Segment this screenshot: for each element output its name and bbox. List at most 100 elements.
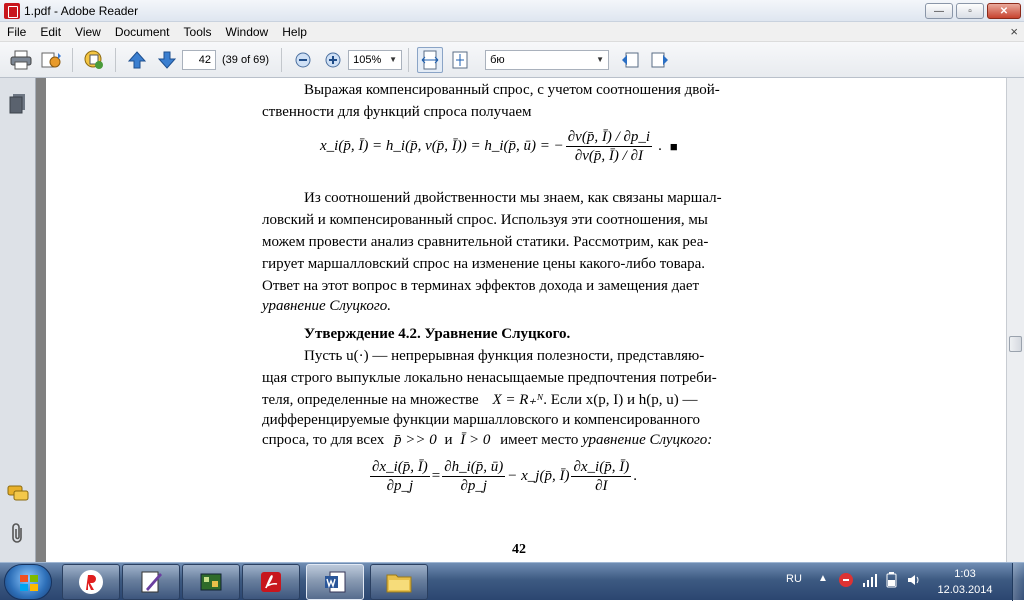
taskbar-explorer[interactable]	[370, 564, 428, 600]
pdf-page: Выражая компенсированный спрос, с учетом…	[46, 78, 1006, 562]
formula-denominator: ∂p_j	[460, 478, 488, 494]
find-next-icon[interactable]	[647, 47, 673, 73]
zoom-value: 105%	[353, 53, 382, 66]
title-bar: 1.pdf - Adobe Reader — ▫ ✕	[0, 0, 1024, 22]
doc-text-line: гирует маршалловский спрос на изменение …	[262, 256, 706, 272]
fit-width-icon[interactable]	[417, 46, 444, 73]
menu-document[interactable]: Document	[108, 22, 177, 42]
formula-numerator: ∂x_i(p̄, Ī)	[571, 459, 632, 477]
doc-text: теля, определенные на множестве	[262, 392, 479, 408]
minimize-button[interactable]: —	[925, 3, 953, 19]
find-previous-icon[interactable]	[617, 47, 643, 73]
folder-icon	[386, 574, 412, 593]
start-button[interactable]	[4, 564, 52, 600]
doc-text-line: уравнение Слуцкого.	[262, 298, 391, 314]
menu-tools[interactable]: Tools	[177, 22, 219, 42]
formula-fraction: ∂v(p̄, Ī) / ∂p_i ∂v(p̄, Ī) / ∂I	[565, 128, 653, 165]
toolbar-divider	[72, 47, 73, 72]
scrollbar-thumb[interactable]	[1009, 336, 1022, 352]
clock-time: 1:03	[954, 568, 976, 580]
doc-text: имеет место	[500, 432, 579, 448]
maximize-button[interactable]: ▫	[956, 3, 984, 19]
print-icon[interactable]	[8, 47, 34, 73]
security-icon[interactable]	[838, 572, 854, 588]
taskbar: RU ▲ 1:03 12.03.2014	[0, 562, 1024, 601]
formula-denominator: ∂v(p̄, Ī) / ∂I	[574, 148, 643, 164]
previous-page-icon[interactable]	[124, 47, 150, 73]
doc-text-line: Из соотношений двойственности мы знаем, …	[304, 190, 722, 206]
network-signal-icon[interactable]	[862, 572, 878, 588]
doc-text: и	[444, 432, 453, 448]
system-clock[interactable]: 1:03 12.03.2014	[930, 566, 1000, 598]
writing-app-icon	[141, 571, 162, 593]
formula-fraction: ∂h_i(p̄, ū) ∂p_j	[442, 458, 506, 495]
page-number-input[interactable]: 42	[182, 49, 216, 70]
formula-equals: =	[431, 468, 441, 484]
doc-text-line: теля, определенные на множестве X = R₊ᴺ.…	[262, 390, 698, 409]
formula-numerator: ∂v(p̄, Ī) / ∂p_i	[565, 129, 653, 147]
menu-edit[interactable]: Edit	[33, 22, 68, 42]
inline-formula: p̄ >> 0	[393, 432, 437, 448]
zoom-out-icon[interactable]	[290, 47, 316, 73]
zoom-select[interactable]: 105% ▼	[348, 49, 403, 70]
doc-text-line: ственности для функций спроса получаем	[262, 104, 532, 120]
page-count-label: (39 of 69)	[222, 53, 270, 66]
comments-icon[interactable]	[6, 482, 30, 506]
formula-compensated-demand: x_i(p̄, Ī) = h_i(p̄, v(p̄, Ī)) = h_i(p̄,…	[320, 128, 678, 165]
review-icon[interactable]	[81, 47, 107, 73]
language-indicator[interactable]: RU	[786, 573, 802, 585]
search-input[interactable]: бю ▼	[485, 49, 610, 70]
taskbar-yandex-browser[interactable]	[62, 564, 120, 600]
doc-text-line: спроса, то для всех p̄ >> 0 и Ī > 0 имее…	[262, 432, 712, 449]
set-formula: X = R₊ᴺ	[492, 392, 544, 408]
formula-text: .	[633, 468, 637, 484]
fit-page-icon[interactable]	[447, 47, 473, 73]
doc-text: уравнение Слуцкого:	[582, 432, 713, 448]
windows-logo-icon	[20, 575, 38, 591]
taskbar-word[interactable]	[306, 564, 364, 600]
menu-view[interactable]: View	[68, 22, 108, 42]
doc-text-line: щая строго выпуклые локально ненасыщаемы…	[262, 370, 717, 386]
yandex-icon	[79, 570, 103, 594]
toolbar: 42 (39 of 69) 105% ▼ бю ▼	[0, 42, 1024, 78]
doc-text-line: ловский и компенсированный спрос. Исполь…	[262, 212, 708, 228]
formula-numerator: ∂h_i(p̄, ū)	[442, 459, 506, 477]
show-hidden-icons-button[interactable]: ▲	[818, 573, 828, 584]
taskbar-games-app[interactable]	[182, 564, 240, 600]
doc-text-line: Пусть u(·) — непрерывная функция полезно…	[304, 348, 705, 364]
window-title: 1.pdf - Adobe Reader	[24, 3, 139, 18]
vertical-scrollbar[interactable]	[1006, 78, 1024, 562]
document-viewport[interactable]: Выражая компенсированный спрос, с учетом…	[36, 78, 1006, 562]
toolbar-divider	[281, 47, 283, 72]
zoom-in-icon[interactable]	[320, 47, 346, 73]
doc-text-line: Ответ на этот вопрос в терминах эффектов…	[262, 278, 700, 294]
menu-help[interactable]: Help	[275, 22, 314, 42]
page-footer-number: 42	[512, 542, 526, 557]
menu-file[interactable]: File	[0, 22, 33, 42]
adobe-reader-icon	[4, 2, 20, 19]
formula-text: x_i(p̄, Ī) = h_i(p̄, v(p̄, Ī)) = h_i(p̄,…	[320, 138, 564, 154]
attachments-icon[interactable]	[6, 522, 30, 546]
word-icon	[325, 571, 346, 593]
pages-icon[interactable]	[6, 92, 30, 116]
taskbar-adobe-reader[interactable]	[242, 564, 300, 600]
volume-icon[interactable]	[906, 572, 922, 588]
doc-text-line: Выражая компенсированный спрос, с учетом…	[304, 82, 720, 98]
menu-window[interactable]: Window	[219, 22, 276, 42]
adobe-reader-icon	[261, 572, 281, 592]
chevron-down-icon: ▼	[596, 54, 605, 64]
navigation-pane	[0, 78, 36, 562]
inline-formula: Ī > 0	[460, 432, 491, 448]
formula-numerator: ∂x_i(p̄, Ī)	[370, 459, 430, 477]
close-button[interactable]: ✕	[987, 3, 1021, 19]
share-icon[interactable]	[38, 47, 64, 73]
toolbar-divider	[408, 47, 410, 72]
formula-text: − x_j(p̄, Ī)	[507, 468, 570, 484]
search-value: бю	[490, 53, 505, 66]
battery-icon[interactable]	[884, 572, 900, 588]
taskbar-notepad-app[interactable]	[122, 564, 180, 600]
next-page-icon[interactable]	[154, 47, 180, 73]
close-document-button[interactable]: ×	[1010, 24, 1018, 39]
show-desktop-button[interactable]	[1012, 563, 1024, 601]
toolbar-divider	[115, 47, 116, 72]
